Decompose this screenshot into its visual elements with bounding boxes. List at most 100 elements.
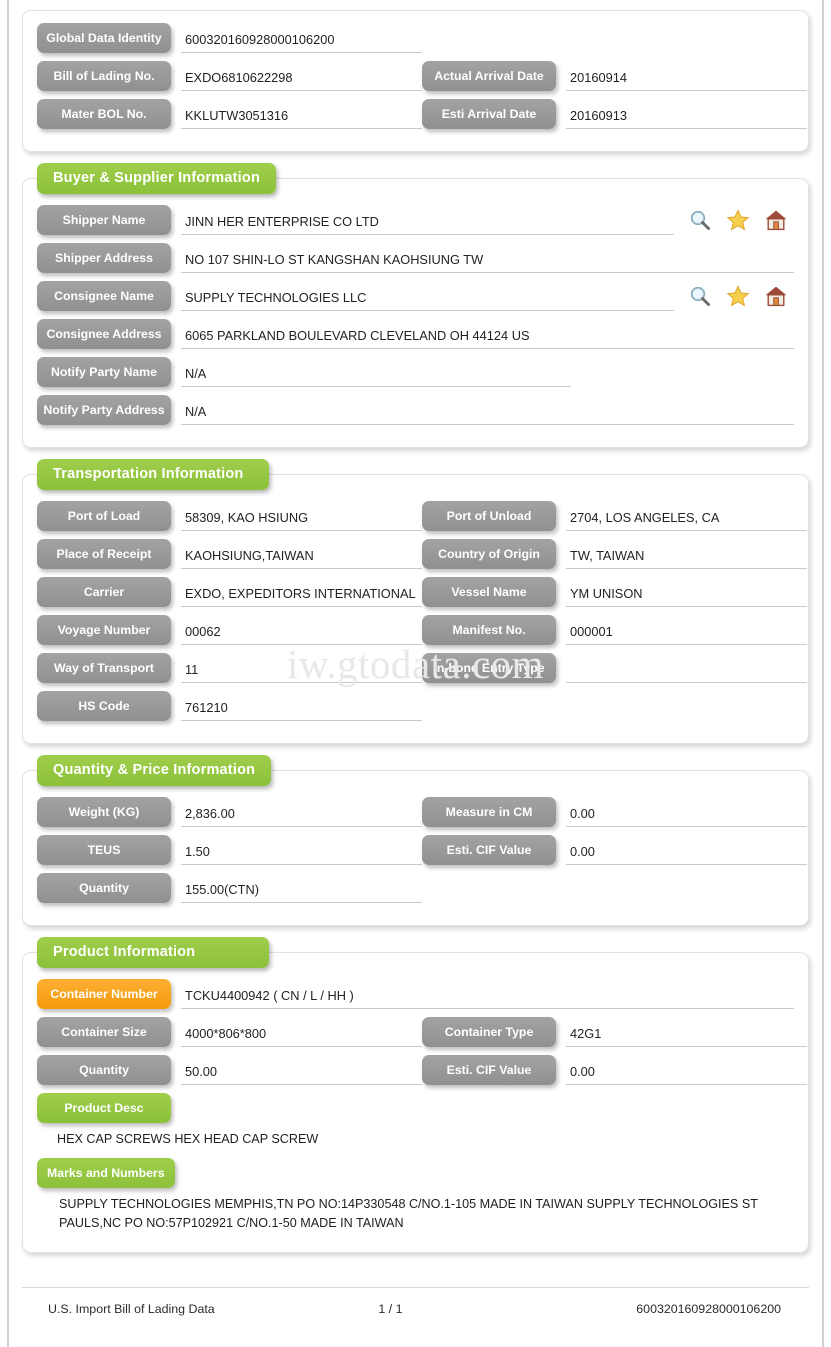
label-esti-cif-value: Esti. CIF Value (422, 835, 556, 865)
section-title-buyer-supplier: Buyer & Supplier Information (37, 163, 277, 194)
label-carrier: Carrier (37, 577, 171, 607)
value-container-size[interactable]: 4000*806*800 (181, 1017, 422, 1047)
value-actual-arrival-date[interactable]: 20160914 (566, 61, 807, 91)
value-quantity[interactable]: 155.00(CTN) (181, 873, 422, 903)
field-row-shipper-name: Shipper Name JINN HER ENTERPRISE CO LTD (37, 205, 794, 235)
field-row-notify-party-address: Notify Party Address N/A (37, 395, 794, 425)
label-weight-kg: Weight (KG) (37, 797, 171, 827)
field-row-mater-bol-no: Mater BOL No. KKLUTW3051316 Esti Arrival… (37, 99, 807, 129)
value-notify-party-name[interactable]: N/A (181, 357, 571, 387)
label-product-esti-cif-value: Esti. CIF Value (422, 1055, 556, 1085)
bill-of-lading-page: iw.gtodata.com Global Data Identity 6003… (0, 0, 831, 1347)
value-port-of-unload[interactable]: 2704, LOS ANGELES, CA (566, 501, 807, 531)
label-voyage-number: Voyage Number (37, 615, 171, 645)
label-measure-in-cm: Measure in CM (422, 797, 556, 827)
page-footer: U.S. Import Bill of Lading Data 1 / 1 60… (22, 1287, 809, 1329)
field-row-consignee-name: Consignee Name SUPPLY TECHNOLOGIES LLC (37, 281, 794, 311)
field-row-hs-code: HS Code 761210 (37, 691, 794, 721)
label-vessel-name: Vessel Name (422, 577, 556, 607)
star-icon[interactable] (726, 284, 750, 308)
label-port-of-unload: Port of Unload (422, 501, 556, 531)
label-container-type: Container Type (422, 1017, 556, 1047)
label-consignee-name: Consignee Name (37, 281, 171, 311)
home-icon[interactable] (764, 284, 788, 308)
field-row-teus: TEUS 1.50 Esti. CIF Value 0.00 (37, 835, 807, 865)
field-row-container-number: Container Number TCKU4400942 ( CN / L / … (37, 979, 794, 1009)
label-hs-code: HS Code (37, 691, 171, 721)
consignee-action-icons (688, 284, 794, 308)
field-row-voyage-number: Voyage Number 00062 Manifest No. 000001 (37, 615, 807, 645)
value-measure-in-cm[interactable]: 0.00 (566, 797, 807, 827)
value-port-of-load[interactable]: 58309, KAO HSIUNG (181, 501, 422, 531)
label-consignee-address: Consignee Address (37, 319, 171, 349)
value-voyage-number[interactable]: 00062 (181, 615, 422, 645)
label-country-of-origin: Country of Origin (422, 539, 556, 569)
label-in-bond-entry-type: In-bond Entry Type (422, 653, 556, 683)
value-product-desc: HEX CAP SCREWS HEX HEAD CAP SCREW (57, 1132, 319, 1146)
label-notify-party-name: Notify Party Name (37, 357, 171, 387)
value-consignee-address[interactable]: 6065 PARKLAND BOULEVARD CLEVELAND OH 441… (181, 319, 794, 349)
value-hs-code[interactable]: 761210 (181, 691, 422, 721)
field-row-global-data-identity: Global Data Identity 6003201609280001062… (37, 23, 794, 53)
value-carrier[interactable]: EXDO, EXPEDITORS INTERNATIONAL (181, 577, 422, 607)
value-manifest-no[interactable]: 000001 (566, 615, 807, 645)
section-title-quantity-price: Quantity & Price Information (37, 755, 272, 786)
label-notify-party-address: Notify Party Address (37, 395, 171, 425)
buyer-supplier-card: Buyer & Supplier Information Shipper Nam… (22, 163, 809, 448)
value-esti-arrival-date[interactable]: 20160913 (566, 99, 807, 129)
value-bill-of-lading-no[interactable]: EXDO6810622298 (181, 61, 422, 91)
search-icon[interactable] (688, 208, 712, 232)
quantity-price-card: Quantity & Price Information Weight (KG)… (22, 755, 809, 926)
product-desc-row: Product Desc (37, 1093, 794, 1123)
label-place-of-receipt: Place of Receipt (37, 539, 171, 569)
value-weight-kg[interactable]: 2,836.00 (181, 797, 422, 827)
value-country-of-origin[interactable]: TW, TAIWAN (566, 539, 807, 569)
value-shipper-name[interactable]: JINN HER ENTERPRISE CO LTD (181, 205, 674, 235)
label-way-of-transport: Way of Transport (37, 653, 171, 683)
marks-and-numbers-row: Marks and Numbers (37, 1157, 794, 1188)
field-row-shipper-address: Shipper Address NO 107 SHIN-LO ST KANGSH… (37, 243, 794, 273)
label-teus: TEUS (37, 835, 171, 865)
value-place-of-receipt[interactable]: KAOHSIUNG,TAIWAN (181, 539, 422, 569)
home-icon[interactable] (764, 208, 788, 232)
label-product-quantity: Quantity (37, 1055, 171, 1085)
field-row-place-of-receipt: Place of Receipt KAOHSIUNG,TAIWAN Countr… (37, 539, 807, 569)
label-actual-arrival-date: Actual Arrival Date (422, 61, 556, 91)
field-row-consignee-address: Consignee Address 6065 PARKLAND BOULEVAR… (37, 319, 794, 349)
label-marks-and-numbers: Marks and Numbers (37, 1157, 175, 1188)
star-icon[interactable] (726, 208, 750, 232)
value-vessel-name[interactable]: YM UNISON (566, 577, 807, 607)
field-row-quantity: Quantity 155.00(CTN) (37, 873, 794, 903)
field-row-product-quantity: Quantity 50.00 Esti. CIF Value 0.00 (37, 1055, 807, 1085)
label-shipper-address: Shipper Address (37, 243, 171, 273)
label-port-of-load: Port of Load (37, 501, 171, 531)
value-product-esti-cif-value[interactable]: 0.00 (566, 1055, 807, 1085)
section-title-product: Product Information (37, 937, 269, 968)
value-container-type[interactable]: 42G1 (566, 1017, 807, 1047)
label-mater-bol-no: Mater BOL No. (37, 99, 171, 129)
field-row-notify-party-name: Notify Party Name N/A (37, 357, 794, 387)
value-shipper-address[interactable]: NO 107 SHIN-LO ST KANGSHAN KAOHSIUNG TW (181, 243, 794, 273)
footer-record-id: 600320160928000106200 (636, 1301, 781, 1316)
value-esti-cif-value[interactable]: 0.00 (566, 835, 807, 865)
transportation-card: Transportation Information Port of Load … (22, 459, 809, 744)
value-notify-party-address[interactable]: N/A (181, 395, 794, 425)
value-in-bond-entry-type[interactable] (566, 653, 807, 683)
value-way-of-transport[interactable]: 11 (181, 653, 422, 683)
label-container-number: Container Number (37, 979, 171, 1009)
document-content: Global Data Identity 6003201609280001062… (22, 0, 809, 1273)
value-teus[interactable]: 1.50 (181, 835, 422, 865)
label-bill-of-lading-no: Bill of Lading No. (37, 61, 171, 91)
value-mater-bol-no[interactable]: KKLUTW3051316 (181, 99, 422, 129)
sheet-rule-right (822, 0, 824, 1347)
label-shipper-name: Shipper Name (37, 205, 171, 235)
value-consignee-name[interactable]: SUPPLY TECHNOLOGIES LLC (181, 281, 674, 311)
search-icon[interactable] (688, 284, 712, 308)
identity-card: Global Data Identity 6003201609280001062… (22, 10, 809, 152)
label-quantity: Quantity (37, 873, 171, 903)
value-global-data-identity[interactable]: 600320160928000106200 (181, 23, 422, 53)
value-product-quantity[interactable]: 50.00 (181, 1055, 422, 1085)
product-card: Product Information Container Number TCK… (22, 937, 809, 1253)
value-container-number[interactable]: TCKU4400942 ( CN / L / HH ) (181, 979, 794, 1009)
field-row-weight: Weight (KG) 2,836.00 Measure in CM 0.00 (37, 797, 807, 827)
